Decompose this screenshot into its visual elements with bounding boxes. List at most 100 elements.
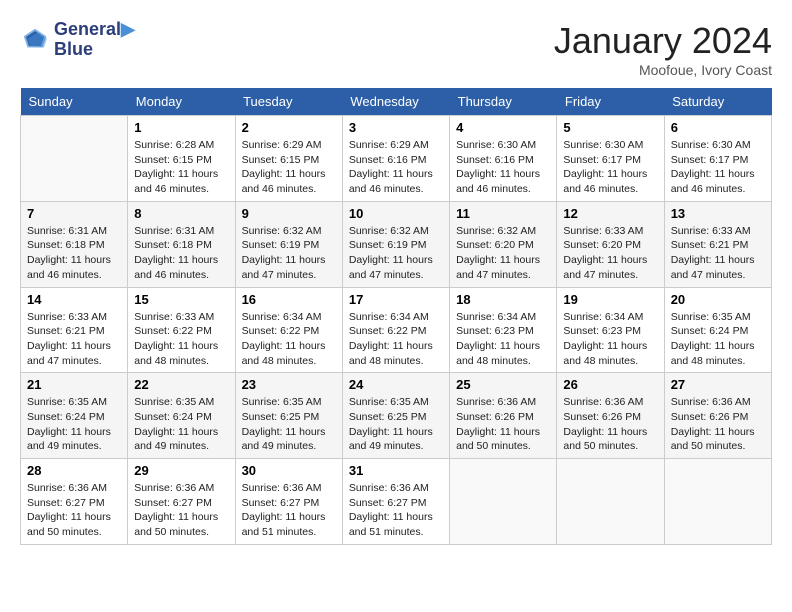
cell-sun-info: Sunrise: 6:32 AMSunset: 6:20 PMDaylight:… bbox=[456, 224, 550, 283]
cell-sun-info: Sunrise: 6:36 AMSunset: 6:26 PMDaylight:… bbox=[563, 395, 657, 454]
day-number: 2 bbox=[242, 120, 336, 135]
cell-sun-info: Sunrise: 6:34 AMSunset: 6:23 PMDaylight:… bbox=[456, 310, 550, 369]
logo: General▶ Blue bbox=[20, 20, 135, 60]
calendar-cell: 2 Sunrise: 6:29 AMSunset: 6:15 PMDaylight… bbox=[235, 116, 342, 202]
cell-sun-info: Sunrise: 6:33 AMSunset: 6:22 PMDaylight:… bbox=[134, 310, 228, 369]
calendar-cell: 18 Sunrise: 6:34 AMSunset: 6:23 PMDayligh… bbox=[450, 287, 557, 373]
weekday-header-row: SundayMondayTuesdayWednesdayThursdayFrid… bbox=[21, 88, 772, 116]
day-number: 15 bbox=[134, 292, 228, 307]
day-number: 20 bbox=[671, 292, 765, 307]
day-number: 31 bbox=[349, 463, 443, 478]
day-number: 29 bbox=[134, 463, 228, 478]
calendar-cell: 28 Sunrise: 6:36 AMSunset: 6:27 PMDayligh… bbox=[21, 459, 128, 545]
calendar-cell bbox=[21, 116, 128, 202]
day-number: 12 bbox=[563, 206, 657, 221]
calendar-cell bbox=[450, 459, 557, 545]
weekday-header-tuesday: Tuesday bbox=[235, 88, 342, 116]
day-number: 11 bbox=[456, 206, 550, 221]
cell-sun-info: Sunrise: 6:33 AMSunset: 6:21 PMDaylight:… bbox=[27, 310, 121, 369]
calendar-cell: 21 Sunrise: 6:35 AMSunset: 6:24 PMDayligh… bbox=[21, 373, 128, 459]
calendar-week-3: 14 Sunrise: 6:33 AMSunset: 6:21 PMDayligh… bbox=[21, 287, 772, 373]
calendar-cell: 20Sunrise: 6:35 AMSunset: 6:24 PMDayligh… bbox=[664, 287, 771, 373]
day-number: 6 bbox=[671, 120, 765, 135]
cell-sun-info: Sunrise: 6:30 AMSunset: 6:17 PMDaylight:… bbox=[563, 138, 657, 197]
day-number: 14 bbox=[27, 292, 121, 307]
calendar-week-4: 21 Sunrise: 6:35 AMSunset: 6:24 PMDayligh… bbox=[21, 373, 772, 459]
day-number: 17 bbox=[349, 292, 443, 307]
day-number: 19 bbox=[563, 292, 657, 307]
location-subtitle: Moofoue, Ivory Coast bbox=[554, 62, 772, 78]
calendar-cell: 4 Sunrise: 6:30 AMSunset: 6:16 PMDaylight… bbox=[450, 116, 557, 202]
cell-sun-info: Sunrise: 6:30 AMSunset: 6:16 PMDaylight:… bbox=[456, 138, 550, 197]
cell-sun-info: Sunrise: 6:29 AMSunset: 6:15 PMDaylight:… bbox=[242, 138, 336, 197]
calendar-week-2: 7 Sunrise: 6:31 AMSunset: 6:18 PMDaylight… bbox=[21, 201, 772, 287]
calendar-cell: 12 Sunrise: 6:33 AMSunset: 6:20 PMDayligh… bbox=[557, 201, 664, 287]
day-number: 13 bbox=[671, 206, 765, 221]
cell-sun-info: Sunrise: 6:35 AMSunset: 6:25 PMDaylight:… bbox=[349, 395, 443, 454]
calendar-cell: 31 Sunrise: 6:36 AMSunset: 6:27 PMDayligh… bbox=[342, 459, 449, 545]
calendar-cell: 15 Sunrise: 6:33 AMSunset: 6:22 PMDayligh… bbox=[128, 287, 235, 373]
cell-sun-info: Sunrise: 6:36 AMSunset: 6:26 PMDaylight:… bbox=[456, 395, 550, 454]
calendar-cell bbox=[557, 459, 664, 545]
calendar-cell: 5 Sunrise: 6:30 AMSunset: 6:17 PMDaylight… bbox=[557, 116, 664, 202]
calendar-cell: 11 Sunrise: 6:32 AMSunset: 6:20 PMDayligh… bbox=[450, 201, 557, 287]
weekday-header-thursday: Thursday bbox=[450, 88, 557, 116]
calendar-cell bbox=[664, 459, 771, 545]
calendar-cell: 19 Sunrise: 6:34 AMSunset: 6:23 PMDayligh… bbox=[557, 287, 664, 373]
cell-sun-info: Sunrise: 6:34 AMSunset: 6:23 PMDaylight:… bbox=[563, 310, 657, 369]
calendar-table: SundayMondayTuesdayWednesdayThursdayFrid… bbox=[20, 88, 772, 545]
calendar-cell: 10Sunrise: 6:32 AMSunset: 6:19 PMDayligh… bbox=[342, 201, 449, 287]
calendar-cell: 6Sunrise: 6:30 AMSunset: 6:17 PMDaylight… bbox=[664, 116, 771, 202]
cell-sun-info: Sunrise: 6:33 AMSunset: 6:20 PMDaylight:… bbox=[563, 224, 657, 283]
cell-sun-info: Sunrise: 6:33 AMSunset: 6:21 PMDaylight:… bbox=[671, 224, 765, 283]
calendar-cell: 1 Sunrise: 6:28 AMSunset: 6:15 PMDaylight… bbox=[128, 116, 235, 202]
calendar-week-5: 28 Sunrise: 6:36 AMSunset: 6:27 PMDayligh… bbox=[21, 459, 772, 545]
calendar-cell: 3Sunrise: 6:29 AMSunset: 6:16 PMDaylight… bbox=[342, 116, 449, 202]
weekday-header-friday: Friday bbox=[557, 88, 664, 116]
cell-sun-info: Sunrise: 6:32 AMSunset: 6:19 PMDaylight:… bbox=[349, 224, 443, 283]
calendar-cell: 26Sunrise: 6:36 AMSunset: 6:26 PMDayligh… bbox=[557, 373, 664, 459]
weekday-header-wednesday: Wednesday bbox=[342, 88, 449, 116]
calendar-cell: 8 Sunrise: 6:31 AMSunset: 6:18 PMDaylight… bbox=[128, 201, 235, 287]
weekday-header-sunday: Sunday bbox=[21, 88, 128, 116]
calendar-cell: 13 Sunrise: 6:33 AMSunset: 6:21 PMDayligh… bbox=[664, 201, 771, 287]
cell-sun-info: Sunrise: 6:31 AMSunset: 6:18 PMDaylight:… bbox=[27, 224, 121, 283]
day-number: 23 bbox=[242, 377, 336, 392]
cell-sun-info: Sunrise: 6:28 AMSunset: 6:15 PMDaylight:… bbox=[134, 138, 228, 197]
day-number: 8 bbox=[134, 206, 228, 221]
calendar-cell: 23 Sunrise: 6:35 AMSunset: 6:25 PMDayligh… bbox=[235, 373, 342, 459]
cell-sun-info: Sunrise: 6:36 AMSunset: 6:27 PMDaylight:… bbox=[349, 481, 443, 540]
cell-sun-info: Sunrise: 6:31 AMSunset: 6:18 PMDaylight:… bbox=[134, 224, 228, 283]
cell-sun-info: Sunrise: 6:36 AMSunset: 6:26 PMDaylight:… bbox=[671, 395, 765, 454]
day-number: 7 bbox=[27, 206, 121, 221]
calendar-week-1: 1 Sunrise: 6:28 AMSunset: 6:15 PMDaylight… bbox=[21, 116, 772, 202]
day-number: 16 bbox=[242, 292, 336, 307]
cell-sun-info: Sunrise: 6:35 AMSunset: 6:24 PMDaylight:… bbox=[27, 395, 121, 454]
cell-sun-info: Sunrise: 6:32 AMSunset: 6:19 PMDaylight:… bbox=[242, 224, 336, 283]
day-number: 24 bbox=[349, 377, 443, 392]
calendar-cell: 17Sunrise: 6:34 AMSunset: 6:22 PMDayligh… bbox=[342, 287, 449, 373]
calendar-cell: 22Sunrise: 6:35 AMSunset: 6:24 PMDayligh… bbox=[128, 373, 235, 459]
day-number: 30 bbox=[242, 463, 336, 478]
page-header: General▶ Blue January 2024 Moofoue, Ivor… bbox=[20, 20, 772, 78]
month-title: January 2024 bbox=[554, 20, 772, 62]
cell-sun-info: Sunrise: 6:34 AMSunset: 6:22 PMDaylight:… bbox=[242, 310, 336, 369]
weekday-header-saturday: Saturday bbox=[664, 88, 771, 116]
day-number: 22 bbox=[134, 377, 228, 392]
cell-sun-info: Sunrise: 6:35 AMSunset: 6:25 PMDaylight:… bbox=[242, 395, 336, 454]
title-block: January 2024 Moofoue, Ivory Coast bbox=[554, 20, 772, 78]
calendar-cell: 9Sunrise: 6:32 AMSunset: 6:19 PMDaylight… bbox=[235, 201, 342, 287]
logo-icon bbox=[20, 25, 50, 55]
day-number: 5 bbox=[563, 120, 657, 135]
day-number: 4 bbox=[456, 120, 550, 135]
day-number: 3 bbox=[349, 120, 443, 135]
day-number: 25 bbox=[456, 377, 550, 392]
day-number: 28 bbox=[27, 463, 121, 478]
day-number: 21 bbox=[27, 377, 121, 392]
cell-sun-info: Sunrise: 6:36 AMSunset: 6:27 PMDaylight:… bbox=[27, 481, 121, 540]
calendar-cell: 16 Sunrise: 6:34 AMSunset: 6:22 PMDayligh… bbox=[235, 287, 342, 373]
calendar-cell: 14 Sunrise: 6:33 AMSunset: 6:21 PMDayligh… bbox=[21, 287, 128, 373]
day-number: 1 bbox=[134, 120, 228, 135]
day-number: 18 bbox=[456, 292, 550, 307]
calendar-cell: 29Sunrise: 6:36 AMSunset: 6:27 PMDayligh… bbox=[128, 459, 235, 545]
